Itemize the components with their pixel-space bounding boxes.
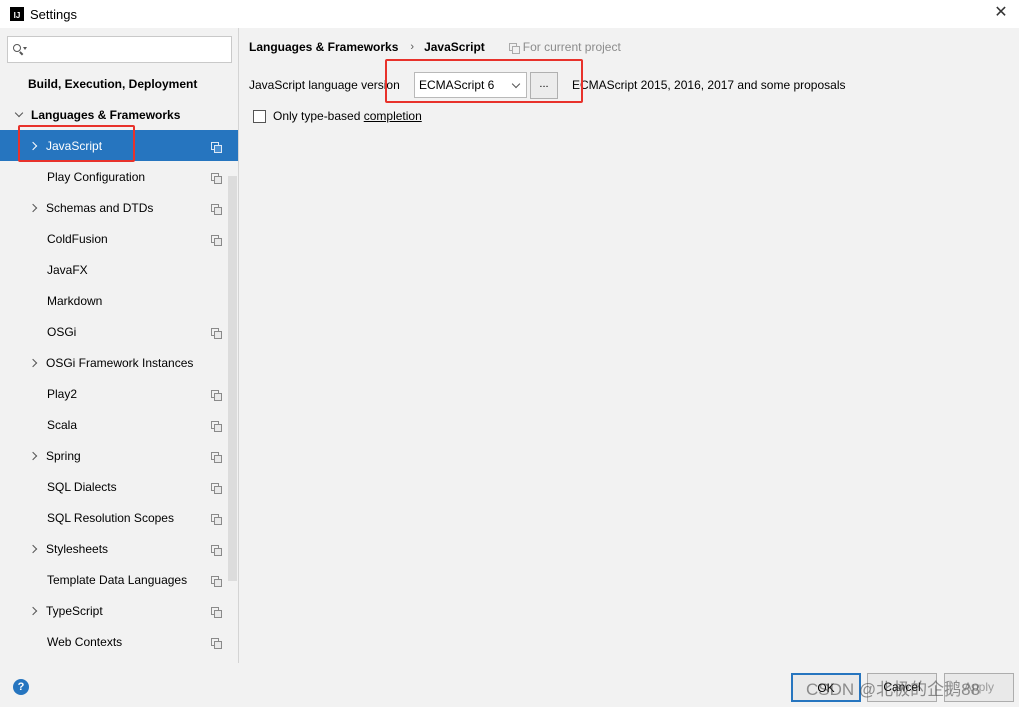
sidebar-item-web-contexts[interactable]: Web Contexts xyxy=(0,626,238,657)
sidebar-item-osgi-framework-instances[interactable]: OSGi Framework Instances xyxy=(0,347,238,378)
sidebar-item-label: JavaFX xyxy=(47,262,88,277)
settings-sidebar: Build, Execution, Deployment Languages & … xyxy=(0,28,239,663)
project-level-icon xyxy=(211,483,222,494)
sidebar-item-play2[interactable]: Play2 xyxy=(0,378,238,409)
sidebar-item-label: Play Configuration xyxy=(47,169,146,184)
project-level-icon xyxy=(211,328,222,339)
sidebar-item-sql-dialects[interactable]: SQL Dialects xyxy=(0,471,238,502)
type-based-completion-row[interactable]: Only type-based completion xyxy=(253,109,422,123)
project-level-icon xyxy=(211,235,222,246)
chevron-right-icon[interactable] xyxy=(29,358,39,368)
search-icon[interactable] xyxy=(12,42,28,58)
sidebar-item-label: Web Contexts xyxy=(47,634,123,649)
sidebar-scrollbar[interactable] xyxy=(228,176,237,581)
sidebar-item-label: ColdFusion xyxy=(47,231,108,246)
project-level-icon xyxy=(211,514,222,525)
project-level-icon xyxy=(211,576,222,587)
ok-button[interactable]: OK xyxy=(791,673,861,702)
sidebar-item-label: Build, Execution, Deployment xyxy=(28,76,198,91)
sidebar-item-sql-resolution-scopes[interactable]: SQL Resolution Scopes xyxy=(0,502,238,533)
project-level-icon xyxy=(211,452,222,463)
sidebar-item-schemas-and-dtds[interactable]: Schemas and DTDs xyxy=(0,192,238,223)
sidebar-item-label: Template Data Languages xyxy=(47,572,188,587)
chevron-right-icon[interactable] xyxy=(29,203,39,213)
sidebar-item-scala[interactable]: Scala xyxy=(0,409,238,440)
window-title: Settings xyxy=(30,6,77,22)
breadcrumb-current: JavaScript xyxy=(424,40,485,54)
project-level-icon xyxy=(211,390,222,401)
dialog-button-bar: ? OK Cancel Apply CSDN @北极的企鹅88 xyxy=(0,663,1019,707)
project-level-icon xyxy=(211,545,222,556)
sidebar-item-label: SQL Resolution Scopes xyxy=(47,510,174,525)
sidebar-item-build-execution-deployment[interactable]: Build, Execution, Deployment xyxy=(0,68,238,99)
chevron-right-icon[interactable] xyxy=(29,451,39,461)
javascript-annotation-box xyxy=(18,125,135,162)
help-icon[interactable]: ? xyxy=(13,679,29,695)
sidebar-item-label: Spring xyxy=(46,448,81,463)
chevron-down-icon[interactable] xyxy=(14,110,24,120)
sidebar-item-stylesheets[interactable]: Stylesheets xyxy=(0,533,238,564)
sidebar-item-label: OSGi Framework Instances xyxy=(46,355,194,370)
apply-button[interactable]: Apply xyxy=(944,673,1014,702)
language-version-description: ECMAScript 2015, 2016, 2017 and some pro… xyxy=(572,78,846,92)
project-level-icon xyxy=(211,204,222,215)
sidebar-item-javafx[interactable]: JavaFX xyxy=(0,254,238,285)
sidebar-item-label: Scala xyxy=(47,417,78,432)
sidebar-item-coldfusion[interactable]: ColdFusion xyxy=(0,223,238,254)
settings-window: IJ Settings ✕ Build, Execution, Deployme… xyxy=(0,0,1019,707)
project-scope-icon xyxy=(508,42,520,54)
sidebar-item-spring[interactable]: Spring xyxy=(0,440,238,471)
sidebar-item-markdown[interactable]: Markdown xyxy=(0,285,238,316)
version-annotation-box xyxy=(385,59,583,103)
chevron-right-icon[interactable] xyxy=(29,544,39,554)
type-based-completion-checkbox[interactable] xyxy=(253,109,266,123)
cancel-button[interactable]: Cancel xyxy=(867,673,937,702)
sidebar-item-play-configuration[interactable]: Play Configuration xyxy=(0,161,238,192)
settings-content: Languages & Frameworks › JavaScript For … xyxy=(240,28,1019,663)
sidebar-item-label: Play2 xyxy=(47,386,78,401)
language-version-label: JavaScript language version xyxy=(249,78,400,92)
project-level-icon xyxy=(211,173,222,184)
breadcrumb-separator-icon: › xyxy=(410,41,415,53)
project-level-icon xyxy=(211,421,222,432)
sidebar-item-typescript[interactable]: TypeScript xyxy=(0,595,238,626)
sidebar-item-osgi[interactable]: OSGi xyxy=(0,316,238,347)
type-based-completion-label[interactable]: Only type-based completion xyxy=(273,109,422,123)
sidebar-item-label: Languages & Frameworks xyxy=(31,107,181,122)
sidebar-item-label: TypeScript xyxy=(46,603,103,618)
sidebar-item-label: Markdown xyxy=(47,293,103,308)
intellij-app-icon: IJ xyxy=(10,7,24,21)
chevron-right-icon[interactable] xyxy=(29,606,39,616)
search-input[interactable] xyxy=(32,38,227,61)
sidebar-item-template-data-languages[interactable]: Template Data Languages xyxy=(0,564,238,595)
settings-search[interactable] xyxy=(7,36,232,63)
project-level-icon xyxy=(211,607,222,618)
sidebar-item-label: Schemas and DTDs xyxy=(46,200,154,215)
language-version-row: JavaScript language version ECMAScript 6… xyxy=(249,71,846,99)
close-icon[interactable]: ✕ xyxy=(993,5,1009,21)
project-level-icon xyxy=(211,638,222,649)
sidebar-item-label: Stylesheets xyxy=(46,541,109,556)
scope-text: For current project xyxy=(522,40,621,54)
title-bar: IJ Settings ✕ xyxy=(0,0,1019,28)
breadcrumb-parent: Languages & Frameworks xyxy=(249,40,399,54)
project-level-icon xyxy=(211,142,222,153)
breadcrumb: Languages & Frameworks › JavaScript For … xyxy=(249,40,621,54)
sidebar-item-label: OSGi xyxy=(47,324,77,339)
sidebar-item-label: SQL Dialects xyxy=(47,479,117,494)
